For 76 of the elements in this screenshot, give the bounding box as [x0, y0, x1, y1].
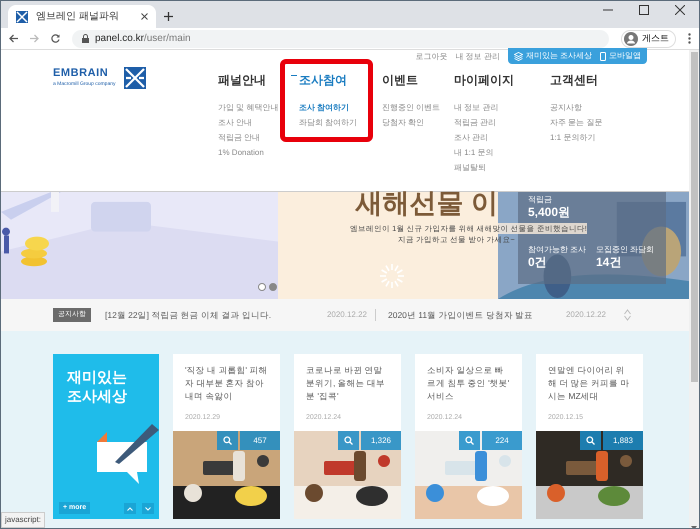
nav-submenu-item[interactable]: 조사 안내 — [218, 115, 252, 130]
chevron-up-icon — [127, 506, 133, 510]
nav-submenu-item[interactable]: 가입 및 혜택안내 — [218, 100, 278, 115]
nav-submenu-item[interactable]: 적립금 관리 — [454, 115, 496, 130]
chevron-down-icon — [145, 506, 151, 510]
logo-icon — [16, 10, 28, 22]
nav-menu-title[interactable]: 마이페이지 — [454, 73, 514, 88]
back-icon[interactable] — [9, 34, 18, 43]
maximize-icon[interactable] — [639, 5, 649, 15]
notice-date: 2020.12.22 — [566, 309, 606, 321]
nav-submenu-item[interactable]: 좌담회 참여하기 — [299, 115, 358, 130]
phone-icon — [600, 52, 606, 60]
up-button[interactable] — [124, 503, 136, 514]
close-icon[interactable] — [141, 13, 148, 20]
search-icon[interactable] — [580, 431, 601, 450]
nav-submenu-item[interactable]: 1:1 문의하기 — [550, 130, 596, 145]
view-count: 1,326 — [361, 431, 401, 450]
nav-submenu-item[interactable]: 패널탈퇴 — [454, 160, 486, 175]
tab-title: 엠브레인 패널파워 — [36, 10, 120, 24]
header-button[interactable]: 모바일앱 — [600, 50, 641, 62]
stat-value: 5,400원 — [528, 205, 572, 220]
article-title: 연말엔 다이어리 위해 더 많은 커피를 마시는 MZ세대 — [548, 364, 630, 403]
menu-icon[interactable] — [688, 33, 691, 44]
stat-value: 0건 — [528, 255, 548, 270]
search-icon[interactable] — [459, 431, 480, 450]
view-count: 457 — [240, 431, 280, 450]
layers-icon — [514, 52, 523, 60]
view-count: 224 — [482, 431, 522, 450]
avatar-icon — [624, 32, 638, 46]
banner-title: 새해선물 이 — [355, 190, 498, 217]
nav-menu-title[interactable]: 이벤트 — [382, 73, 418, 88]
nav-submenu-item[interactable]: 공지사항 — [550, 100, 582, 115]
nav-submenu-item[interactable]: 1% Donation — [218, 145, 264, 160]
logo-icon — [124, 67, 146, 89]
scrollbar[interactable] — [689, 50, 699, 528]
nav-submenu-item[interactable]: 적립금 안내 — [218, 130, 260, 145]
nav-menu-title[interactable]: 고객센터 — [550, 73, 598, 88]
nav-submenu-item[interactable]: 당첨자 확인 — [382, 115, 424, 130]
promo-title: 재미있는 — [67, 368, 128, 387]
nav-menu-title[interactable]: 조사참여 — [299, 73, 347, 88]
header-button[interactable]: 재미있는 조사세상 — [514, 50, 592, 62]
search-icon[interactable] — [217, 431, 238, 450]
nav-menu-title[interactable]: 패널안내 — [218, 73, 266, 88]
nav-submenu-item[interactable]: 자주 묻는 질문 — [550, 115, 602, 130]
address-field[interactable]: panel.co.kr/user/main — [72, 30, 609, 48]
nav-submenu-item[interactable]: 내 1:1 문의 — [454, 145, 494, 160]
stat-value: 14건 — [596, 255, 622, 270]
stat-label: 참여가능한 조사 — [528, 244, 588, 255]
article-title: '직장 내 괴롭힘' 피해자 대부분 혼자 참아내며 속앓이 — [185, 364, 268, 403]
search-icon[interactable] — [338, 431, 359, 450]
notice-date: 2020.12.22 — [326, 309, 367, 321]
header-link[interactable]: 로그아웃 — [415, 51, 448, 63]
status-bar: javascript: — [1, 512, 46, 528]
profile-button[interactable]: 게스트 — [621, 30, 676, 48]
stat-label: 적립금 — [528, 194, 553, 205]
logo-wordmark: EMBRAIN — [53, 67, 110, 81]
down-button[interactable] — [142, 503, 154, 514]
nav-submenu-item[interactable]: 진행중인 이벤트 — [382, 100, 440, 115]
reload-icon[interactable] — [51, 34, 60, 43]
article-title: 소비자 일상으로 빠르게 침투 중인 '챗봇' 서비스 — [427, 364, 510, 403]
view-count: 1,883 — [603, 431, 643, 450]
article-title: 코로나로 바뀐 연말 분위기, 올해는 대부분 '집콕' — [306, 364, 386, 403]
new-tab-icon[interactable] — [164, 12, 173, 21]
promo-title: 조사세상 — [67, 387, 128, 406]
nav-submenu-item[interactable]: 내 정보 관리 — [454, 100, 498, 115]
url-text: panel.co.kr/user/main — [95, 32, 191, 46]
header-link[interactable]: 내 정보 관리 — [455, 51, 500, 63]
close-icon[interactable] — [675, 5, 685, 15]
notice-link[interactable]: 2020년 11월 가입이벤트 당첨자 발표 — [388, 308, 566, 322]
active-dash — [291, 75, 297, 76]
notice-link[interactable]: [12월 22일] 적립금 현금 이체 결과 입니다. — [105, 308, 327, 322]
lock-icon — [82, 34, 89, 43]
browser-tab[interactable]: 엠브레인 패널파워 — [8, 5, 156, 28]
stat-label: 모집중인 좌담회 — [596, 244, 656, 255]
nav-submenu-item[interactable]: 조사 관리 — [454, 130, 488, 145]
nav-submenu-item[interactable]: 조사 참여하기 — [299, 100, 350, 115]
